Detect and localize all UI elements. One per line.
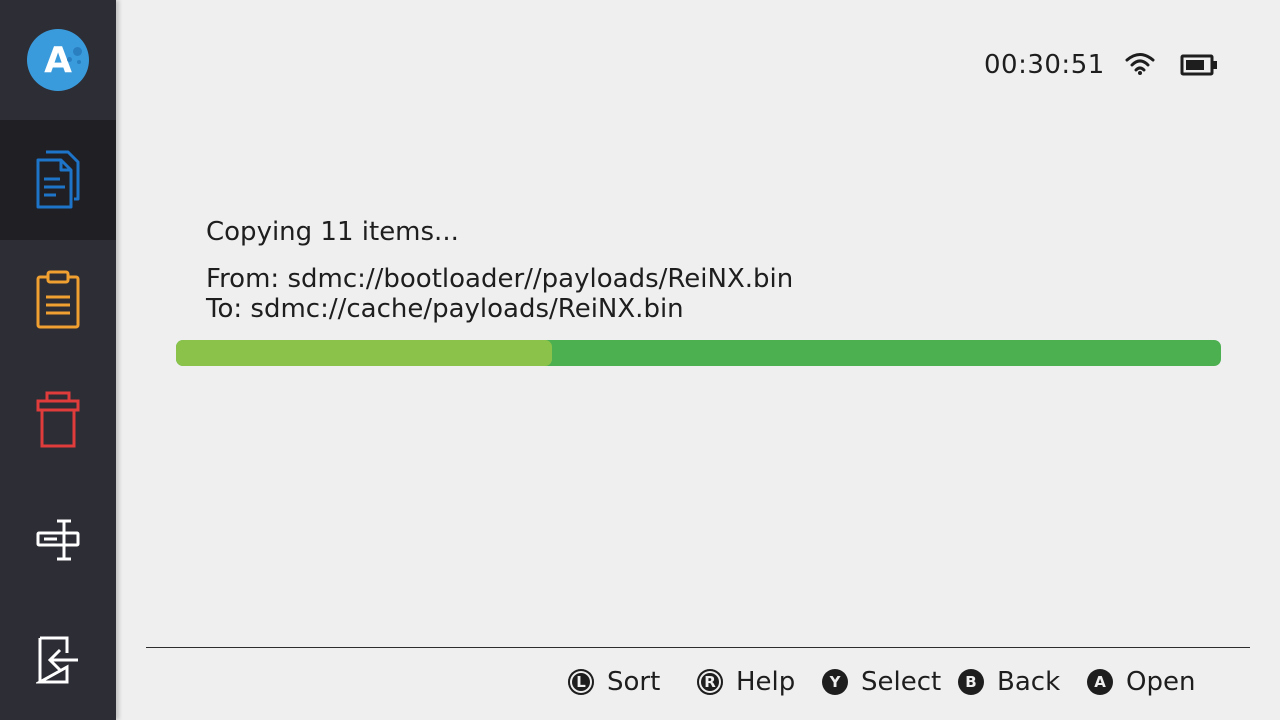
hint-help[interactable]: R Help xyxy=(697,664,795,700)
destination-path: To: sdmc://cache/payloads/ReiNX.bin xyxy=(206,294,684,324)
source-path: From: sdmc://bootloader//payloads/ReiNX.… xyxy=(206,264,794,294)
y-button-icon: Y xyxy=(822,669,848,695)
status-bar: 00:30:51 xyxy=(984,48,1217,82)
sidebar-item-delete[interactable] xyxy=(0,360,116,480)
footer-divider xyxy=(146,647,1250,648)
battery-icon xyxy=(1180,54,1217,76)
hint-sort[interactable]: L Sort xyxy=(568,664,660,700)
a-button-icon: A xyxy=(1087,669,1113,695)
hint-label: Back xyxy=(997,667,1061,697)
exit-icon xyxy=(36,636,78,684)
app-logo: A xyxy=(27,29,89,91)
hint-back[interactable]: B Back xyxy=(958,664,1060,700)
clipboard-icon xyxy=(36,270,80,329)
sidebar: A xyxy=(0,0,116,720)
l-button-icon: L xyxy=(568,669,594,695)
hint-label: Open xyxy=(1126,667,1196,697)
sidebar-item-clipboard[interactable] xyxy=(0,240,116,360)
hint-label: Help xyxy=(736,667,796,697)
tools-icon xyxy=(36,519,80,561)
sidebar-item-tools[interactable] xyxy=(0,480,116,600)
sidebar-item-exit[interactable] xyxy=(0,600,116,720)
progress-bar xyxy=(176,340,1221,366)
sidebar-item-files[interactable] xyxy=(0,120,116,240)
progress-title: Copying 11 items... xyxy=(206,217,459,247)
copy-progress-dialog: Copying 11 items... From: sdmc://bootloa… xyxy=(206,214,793,324)
wifi-icon xyxy=(1125,53,1155,75)
progress-bar-fill xyxy=(176,340,553,366)
files-icon xyxy=(36,150,80,209)
hint-label: Select xyxy=(861,667,942,697)
b-button-icon: B xyxy=(958,669,984,695)
r-button-icon: R xyxy=(697,669,723,695)
trash-icon xyxy=(36,391,80,448)
clock: 00:30:51 xyxy=(984,50,1105,80)
hint-select[interactable]: Y Select xyxy=(822,664,941,700)
hint-open[interactable]: A Open xyxy=(1087,664,1195,700)
hint-label: Sort xyxy=(607,667,661,697)
